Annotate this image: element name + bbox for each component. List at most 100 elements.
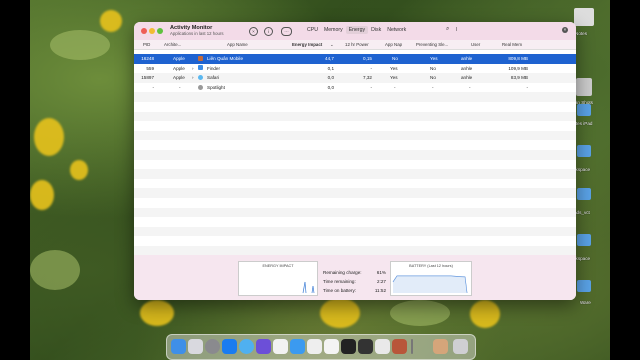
- column-architecture[interactable]: Archite...: [164, 42, 181, 47]
- user-cell: anhle: [461, 75, 473, 81]
- remaining-charge-value: 61%: [376, 270, 386, 275]
- pid-cell: 559: [146, 65, 154, 71]
- process-table: 16248 Apple Liên Quân Mobile 44,7 0,15 N…: [134, 54, 576, 284]
- textedit-dock-icon[interactable]: [324, 339, 339, 354]
- app-nap-cell: No: [392, 56, 398, 62]
- finder-dock-icon[interactable]: [171, 339, 186, 354]
- column-user[interactable]: User: [471, 42, 480, 47]
- arch-cell: Apple: [173, 75, 185, 81]
- energy-impact-sparkline: [302, 281, 315, 294]
- tab-network[interactable]: Network: [384, 26, 409, 34]
- tab-cpu[interactable]: CPU: [304, 26, 321, 34]
- title-bar[interactable]: Activity Monitor Applications in last 12…: [134, 22, 576, 40]
- table-row[interactable]: - - Spotlight 0,0 - - - - -: [134, 83, 576, 93]
- table-row[interactable]: 559 Apple › Finder 0,1 - Yes No anhle 10…: [134, 64, 576, 74]
- finder-app-icon: [198, 65, 203, 71]
- empty-row: [134, 102, 576, 112]
- empty-row: [134, 226, 576, 237]
- empty-row: [134, 188, 576, 198]
- spotlight-app-icon: [198, 84, 203, 90]
- photo-dock-icon[interactable]: [433, 339, 448, 354]
- empty-row: [134, 92, 576, 102]
- folder-icon[interactable]: [577, 280, 591, 292]
- search-input[interactable]: l: [456, 27, 457, 33]
- expand-chevron-icon[interactable]: ›: [192, 66, 194, 71]
- terminal-dock-icon[interactable]: [341, 339, 356, 354]
- energy-impact-graph: ENERGY IMPACT: [238, 261, 318, 296]
- activity-monitor-window: Activity Monitor Applications in last 12…: [134, 22, 576, 300]
- launchpad-dock-icon[interactable]: [188, 339, 203, 354]
- power-cell: -: [370, 65, 372, 71]
- desktop-file-icon[interactable]: [574, 8, 594, 26]
- folder-icon[interactable]: [577, 145, 591, 157]
- app-store-dock-icon[interactable]: [222, 339, 237, 354]
- clear-search-icon[interactable]: ×: [562, 27, 568, 33]
- desktop-label: Notes: [575, 31, 588, 36]
- column-app-name[interactable]: App Name: [227, 42, 248, 47]
- folder-icon[interactable]: [577, 234, 591, 246]
- search-icon: ⌕: [446, 26, 450, 32]
- minimize-window-button[interactable]: [149, 28, 155, 34]
- close-process-icon[interactable]: ×: [249, 27, 258, 36]
- divider-dock-icon: [411, 339, 413, 354]
- calendar-dock-icon[interactable]: [273, 339, 288, 354]
- time-remaining-value: 2:27: [377, 279, 386, 284]
- notes-dock-icon[interactable]: [307, 339, 322, 354]
- preventing-sleep-cell: Yes: [430, 56, 438, 62]
- empty-row: [134, 207, 576, 218]
- column-pid[interactable]: PID: [143, 42, 150, 47]
- arch-cell: -: [179, 85, 181, 91]
- empty-row: [134, 160, 576, 170]
- safari-dock-icon[interactable]: [239, 339, 254, 354]
- star-app-dock-icon[interactable]: [256, 339, 271, 354]
- column-energy-impact[interactable]: Energy Impact: [292, 42, 322, 47]
- info-icon[interactable]: i: [264, 27, 273, 36]
- empty-row: [134, 236, 576, 246]
- expand-chevron-icon[interactable]: ›: [192, 75, 194, 80]
- power-cell: 0,15: [363, 56, 372, 62]
- column-preventing-sleep[interactable]: Preventing Sle...: [416, 42, 448, 47]
- search-field[interactable]: ⌕ l ×: [440, 26, 570, 35]
- folder-icon[interactable]: [577, 104, 591, 116]
- empty-row: [134, 121, 576, 131]
- tab-energy[interactable]: Energy: [345, 26, 369, 34]
- folder-icon[interactable]: [577, 188, 591, 200]
- more-options-icon[interactable]: ···: [281, 27, 292, 36]
- zoom-window-button[interactable]: [157, 28, 163, 34]
- app-name-cell: Safari: [207, 75, 220, 81]
- empty-row: [134, 198, 576, 208]
- tab-bar: CPU Memory Energy Disk Network: [304, 26, 409, 34]
- mail-dock-icon[interactable]: [290, 339, 305, 354]
- mem-cell: 109,9 MB: [508, 65, 528, 71]
- arch-cell: Apple: [173, 56, 185, 62]
- column-12hr-power[interactable]: 12 hr Power: [345, 42, 369, 47]
- user-cell: anhle: [461, 56, 473, 62]
- pid-cell: 16248: [141, 56, 154, 62]
- terminal-2-dock-icon[interactable]: [358, 339, 373, 354]
- tab-disk[interactable]: Disk: [368, 26, 384, 34]
- trash-dock-icon[interactable]: [453, 339, 468, 354]
- column-real-mem[interactable]: Real Mem: [502, 42, 522, 47]
- empty-row: [134, 111, 576, 122]
- column-app-nap[interactable]: App Nap: [385, 42, 402, 47]
- empty-row: [134, 179, 576, 189]
- table-row[interactable]: 16248 Apple Liên Quân Mobile 44,7 0,15 N…: [134, 54, 576, 64]
- game-app-icon: [198, 55, 203, 61]
- game-dock-icon[interactable]: [392, 339, 407, 354]
- desktop-file-icon[interactable]: [576, 78, 592, 96]
- game-tool-dock-icon[interactable]: [375, 339, 390, 354]
- app-name-cell: Spotlight: [207, 85, 225, 91]
- tab-memory[interactable]: Memory: [321, 26, 346, 34]
- energy-cell: 0,1: [327, 65, 334, 71]
- mem-cell: 83,9 MB: [510, 75, 528, 81]
- mem-cell: 809,8 MB: [508, 56, 528, 62]
- app-name-cell: Finder: [207, 65, 221, 71]
- close-window-button[interactable]: [141, 28, 147, 34]
- table-row[interactable]: 15897 Apple › Safari 0,0 7,32 Yes No anh…: [134, 73, 576, 83]
- energy-cell: 0,0: [327, 75, 334, 81]
- desktop-label: rkspace: [574, 167, 591, 172]
- settings-dock-icon[interactable]: [205, 339, 220, 354]
- pid-cell: 15897: [141, 75, 154, 81]
- user-cell: anhle: [461, 65, 473, 71]
- app-nap-cell: -: [394, 85, 396, 91]
